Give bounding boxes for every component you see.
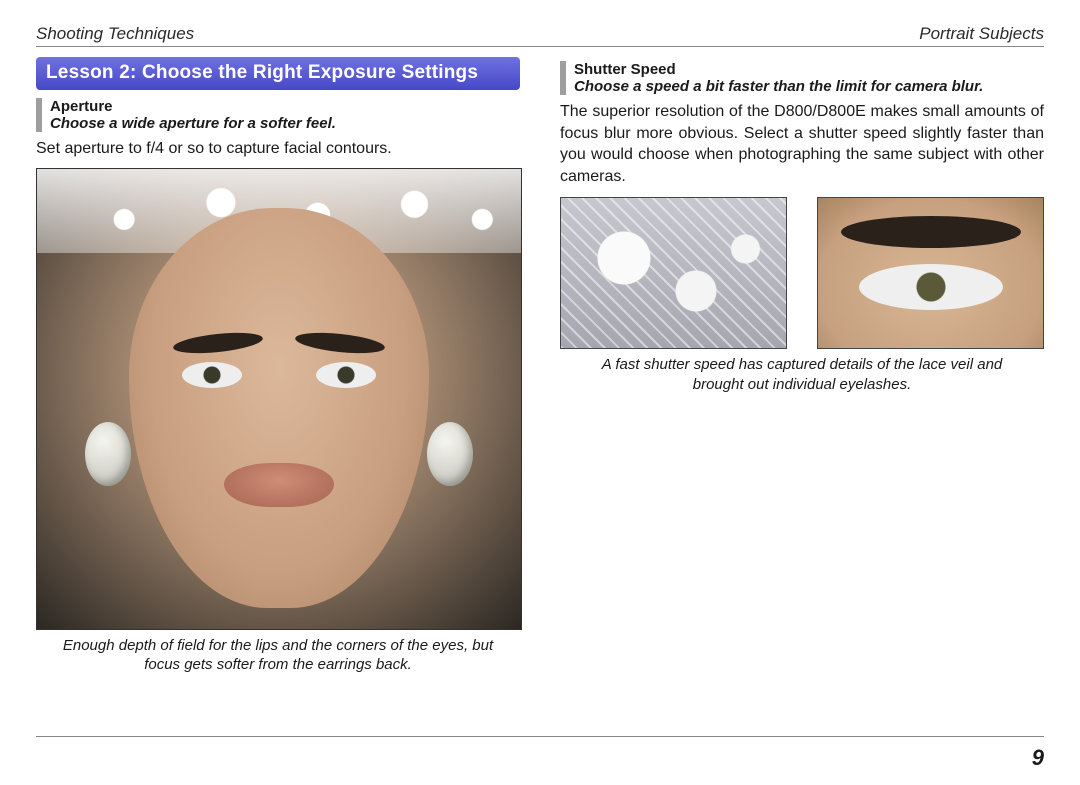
document-page: Shooting Techniques Portrait Subjects Le… bbox=[0, 0, 1080, 785]
detail-crop-lace bbox=[560, 197, 787, 349]
running-header-right: Portrait Subjects bbox=[919, 24, 1044, 44]
portrait-photo bbox=[36, 168, 522, 630]
lesson-banner: Lesson 2: Choose the Right Exposure Sett… bbox=[36, 57, 520, 90]
running-header: Shooting Techniques Portrait Subjects bbox=[36, 24, 1044, 44]
two-column-layout: Lesson 2: Choose the Right Exposure Sett… bbox=[36, 57, 1044, 675]
header-rule bbox=[36, 46, 1044, 47]
detail-crop-eye bbox=[817, 197, 1044, 349]
portrait-photo-caption: Enough depth of field for the lips and t… bbox=[60, 636, 496, 675]
aperture-heading-tagline: Choose a wide aperture for a softer feel… bbox=[50, 115, 520, 132]
detail-crop-row bbox=[560, 197, 1044, 349]
lips-icon bbox=[224, 463, 334, 507]
shutter-speed-heading: Shutter Speed Choose a speed a bit faste… bbox=[560, 61, 1044, 95]
shutter-speed-heading-tagline: Choose a speed a bit faster than the lim… bbox=[574, 78, 1044, 95]
left-column: Lesson 2: Choose the Right Exposure Sett… bbox=[36, 57, 520, 675]
aperture-heading-title: Aperture bbox=[50, 98, 520, 115]
eye-right-icon bbox=[316, 362, 376, 388]
eye-left-icon bbox=[182, 362, 242, 388]
detail-crop-caption: A fast shutter speed has captured detail… bbox=[584, 355, 1020, 394]
face-shape-icon bbox=[129, 208, 429, 608]
earring-right-icon bbox=[427, 422, 473, 486]
page-number: 9 bbox=[1032, 745, 1044, 771]
aperture-body-text: Set aperture to f/4 or so to capture fac… bbox=[36, 138, 520, 160]
footer-rule bbox=[36, 736, 1044, 737]
running-header-left: Shooting Techniques bbox=[36, 24, 194, 44]
shutter-speed-heading-title: Shutter Speed bbox=[574, 61, 1044, 78]
shutter-speed-body-text: The superior resolution of the D800/D800… bbox=[560, 101, 1044, 187]
aperture-heading: Aperture Choose a wide aperture for a so… bbox=[36, 98, 520, 132]
earring-left-icon bbox=[85, 422, 131, 486]
right-column: Shutter Speed Choose a speed a bit faste… bbox=[560, 57, 1044, 675]
